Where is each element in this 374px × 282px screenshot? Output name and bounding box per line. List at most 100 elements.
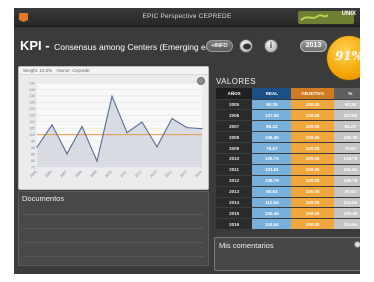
real-data-point [36,146,38,148]
real-cell: 105.46 [252,207,292,220]
objective-cell: 100.00 [291,153,334,165]
real-cell: 112.54 [252,197,292,209]
header-percent: % [333,88,360,100]
percent-cell: 106.35 [333,131,360,144]
year-cell: 2015 [216,207,253,220]
objective-cell: 100.00 [291,120,334,133]
objective-cell: 100.00 [291,197,334,209]
table-row: 2009 79.57 100.00 79.57 [216,142,360,154]
year-cell: 2009 [216,142,253,154]
header-objective: OBJETIVO [291,88,334,100]
x-tick-label: 2007 [59,170,67,178]
expand-chart-icon[interactable] [197,77,205,85]
kpi-line-chart: 1401351301251201151101051009590858075200… [29,81,203,178]
objective-cell: 100.00 [291,218,334,231]
y-tick-label: 100 [29,133,35,137]
real-cell: 90.63 [252,186,292,198]
x-tick-label: 2015 [179,170,187,178]
kpi-score-value: 91% [334,49,360,63]
year-cell: 2006 [216,109,253,122]
percent-cell: 104.64 [333,218,360,231]
header-years: AÑOS [216,88,253,100]
my-comments-panel: Mis comentarios [214,237,360,271]
real-cell: 107.60 [252,109,292,122]
y-tick-label: 140 [29,81,35,85]
chart-owner: Owner: Ceprede [56,68,90,73]
y-tick-label: 80 [31,159,35,163]
year-cell: 2016 [216,218,253,231]
percent-cell: 85.22 [333,120,360,133]
kpi-score-gauge: 91% [327,36,360,80]
real-data-point [81,125,83,128]
table-row: 2012 109.79 100.00 109.79 [216,175,360,187]
app-screen: EPIC Perspective CEPREDE UNIX KPI - Cons… [14,8,360,274]
real-data-point [141,121,143,123]
info-button[interactable]: i [264,39,278,53]
real-data-point [201,128,203,130]
y-tick-label: 85 [31,152,35,156]
table-row: 2006 107.60 100.00 107.60 [216,109,360,122]
y-tick-label: 135 [29,88,35,92]
documents-divider [23,242,204,243]
real-cell: 109.79 [252,175,292,187]
y-tick-label: 105 [29,127,35,131]
real-data-point [156,146,158,148]
percent-cell: 129.79 [333,153,360,165]
documents-panel: Documentos [18,191,209,266]
y-tick-label: 120 [29,107,35,111]
y-tick-label: 115 [29,114,35,118]
comment-icon [243,43,251,50]
kpi-description: Consensus among Centers (Emerging ec.) [54,42,216,52]
percent-cell: 112.54 [333,197,360,209]
real-data-point [111,95,113,97]
year-cell: 2008 [216,131,253,144]
x-tick-label: 2012 [134,170,142,178]
real-cell: 106.35 [252,131,292,144]
real-cell: 90.35 [252,99,292,111]
percent-cell: 79.57 [333,142,360,154]
x-tick-label: 2010 [104,170,112,178]
table-row: 2007 85.22 100.00 85.22 [216,120,360,133]
documents-divider [23,214,204,215]
year-cell: 2007 [216,120,253,133]
table-row: 2015 105.46 100.00 105.46 [216,207,360,220]
objective-cell: 100.00 [291,109,334,122]
table-row: 2010 129.79 100.00 129.79 [216,153,360,165]
kpi-header: KPI - Consensus among Centers (Emerging … [14,27,360,80]
chart-meta: Weight: 10.0% Owner: Ceprede [19,67,208,75]
y-tick-label: 110 [29,120,35,124]
kpi-title: KPI - Consensus among Centers (Emerging … [20,37,215,55]
year-cell: 2005 [216,99,253,111]
year-cell: 2014 [216,197,253,209]
real-cell: 104.64 [252,218,292,231]
year-cell: 2011 [216,164,253,176]
percent-cell: 109.79 [333,175,360,187]
percent-cell: 107.60 [333,109,360,122]
real-data-point [51,124,53,126]
real-data-point [126,132,128,134]
documents-divider [23,228,204,229]
documents-divider [23,256,204,257]
table-row: 2011 101.61 100.00 101.61 [216,164,360,176]
x-tick-label: 2014 [164,170,172,178]
year-selector[interactable]: 2013 [300,40,327,52]
kpi-label: KPI - [20,38,50,53]
my-comments-title: Mis comentarios [219,241,274,250]
objective-cell: 100.00 [291,186,334,198]
comment-button[interactable] [239,39,253,53]
x-tick-label: 2016 [194,170,202,178]
table-row: 2008 106.35 100.00 106.35 [216,131,360,144]
x-tick-label: 2009 [89,170,97,178]
add-comment-icon[interactable] [354,241,360,248]
x-tick-label: 2005 [29,170,37,178]
table-row: 2005 90.35 100.00 90.35 [216,99,360,111]
header-real: REAL [252,88,292,100]
objective-cell: 100.00 [291,207,334,220]
objective-cell: 100.00 [291,131,334,144]
real-data-point [171,117,173,120]
year-cell: 2012 [216,175,253,187]
info-icon: i [269,41,273,50]
objective-cell: 100.00 [291,175,334,187]
more-info-button[interactable]: +INFO [206,40,233,52]
real-cell: 85.22 [252,120,292,133]
